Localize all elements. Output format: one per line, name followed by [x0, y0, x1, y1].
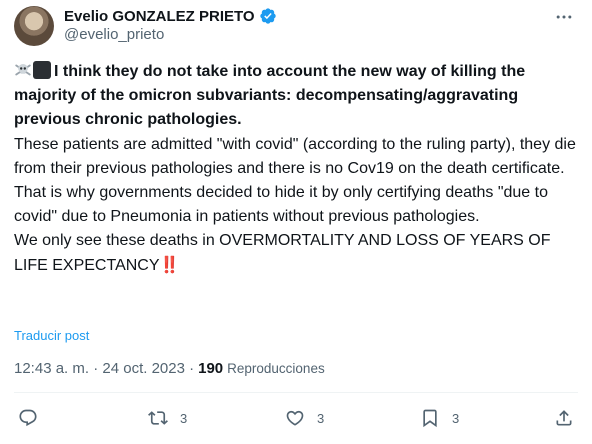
- tweet-paragraph: That is why governments decided to hide …: [14, 184, 548, 226]
- tweet-card: Evelio GONZALEZ PRIETO @evelio_prieto I …: [0, 0, 592, 444]
- tweet-paragraph: These patients are admitted "with covid"…: [14, 135, 576, 177]
- more-options-button[interactable]: [550, 6, 578, 28]
- author-display-name[interactable]: Evelio GONZALEZ PRIETO: [64, 8, 255, 25]
- retweet-icon: [148, 411, 168, 425]
- avatar[interactable]: [14, 6, 54, 46]
- views-label: Reproducciones: [227, 361, 325, 376]
- like-count: 3: [317, 410, 325, 426]
- divider: [14, 392, 578, 393]
- retweet-count: 3: [180, 410, 188, 426]
- tweet-bold-text: I think they do not take into account th…: [14, 63, 526, 129]
- share-button[interactable]: [554, 404, 574, 432]
- tweet-text: I think they do not take into account th…: [14, 60, 582, 278]
- author-name-row: Evelio GONZALEZ PRIETO: [64, 7, 277, 25]
- reply-icon: [19, 409, 37, 427]
- more-dots-icon: [556, 15, 572, 19]
- black-square-icon: [33, 61, 51, 79]
- reply-button[interactable]: [18, 404, 50, 432]
- retweet-button[interactable]: 3: [148, 404, 187, 432]
- heart-icon: [286, 410, 304, 426]
- tweet-paragraph: We only see these deaths in OVERMORTALIT…: [14, 232, 551, 274]
- author-handle[interactable]: @evelio_prieto: [64, 26, 164, 43]
- like-button[interactable]: 3: [285, 404, 324, 432]
- bookmark-count: 3: [452, 410, 460, 426]
- tweet-meta: 12:43 a. m. · 24 oct. 2023 · 190 Reprodu…: [14, 360, 325, 377]
- skull-crossbones-icon: [15, 64, 31, 76]
- views-count: 190: [198, 360, 224, 377]
- timestamp[interactable]: 12:43 a. m. · 24 oct. 2023 ·: [14, 360, 194, 377]
- bookmark-icon: [423, 409, 437, 428]
- translate-post-link[interactable]: Traducir post: [14, 328, 89, 343]
- verified-badge-icon[interactable]: [259, 7, 277, 25]
- share-icon: [556, 410, 572, 426]
- tweet-actions: 3 3 3: [0, 404, 592, 432]
- bookmark-button[interactable]: 3: [420, 404, 459, 432]
- double-exclamation-icon: ‼️: [159, 256, 180, 274]
